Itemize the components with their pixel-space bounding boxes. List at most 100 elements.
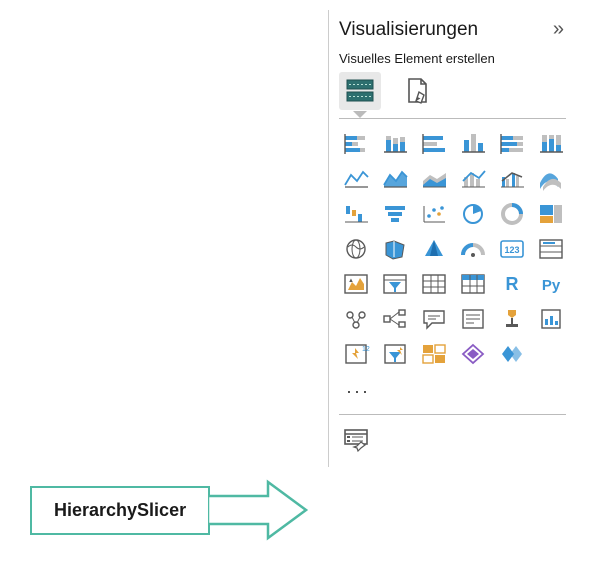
matrix[interactable] [456,269,490,299]
waterfall-chart[interactable] [339,199,373,229]
hierarchy-slicer-icon [343,428,369,452]
svg-text:R: R [506,274,519,294]
map-icon [342,237,370,261]
area-chart[interactable] [378,164,412,194]
callout-arrow-icon [208,478,308,542]
paginated-report-icon [537,307,565,331]
build-visual-tab[interactable] [339,72,381,110]
clustered-column-chart[interactable] [456,129,490,159]
svg-text:123: 123 [362,346,370,353]
matrix-icon [459,272,487,296]
waterfall-chart-icon [342,202,370,226]
clustered-bar-chart[interactable] [417,129,451,159]
pie-chart-icon [459,202,487,226]
azure-map[interactable] [417,234,451,264]
power-apps-icon [381,342,409,366]
arcgis-icon [420,342,448,366]
hierarchy-slicer-visual[interactable] [339,425,373,455]
stacked-area-chart[interactable] [417,164,451,194]
treemap-icon [537,202,565,226]
python-visual-icon: Py [537,272,565,296]
slicer[interactable] [378,269,412,299]
power-automate[interactable]: 123 [339,339,373,369]
line-chart-icon [342,167,370,191]
scatter-chart[interactable] [417,199,451,229]
decomposition-tree[interactable] [378,304,412,334]
custom-visual[interactable] [495,339,529,369]
funnel-chart-icon [381,202,409,226]
100pct-stacked-bar-chart-icon [498,132,526,156]
panel-title: Visualisierungen [339,19,478,41]
kpi[interactable]: ▲ [339,269,373,299]
scatter-chart-icon [420,202,448,226]
sharepoint-icon [459,342,487,366]
line-chart[interactable] [339,164,373,194]
qna[interactable] [417,304,451,334]
format-page-icon [405,77,431,105]
stacked-bar-chart[interactable] [339,129,373,159]
stacked-area-chart-icon [420,167,448,191]
map[interactable] [339,234,373,264]
area-chart-icon [381,167,409,191]
power-apps[interactable] [378,339,412,369]
line-stacked-column-icon [459,167,487,191]
svg-text:123: 123 [504,245,519,255]
panel-header: Visualisierungen » [339,16,566,43]
power-automate-icon: 123 [342,342,370,366]
goals[interactable] [495,304,529,334]
gauge[interactable] [456,234,490,264]
gauge-icon [459,237,487,261]
custom-visual-icon [498,342,526,366]
100pct-stacked-column-chart[interactable] [534,129,568,159]
build-visual-icon [345,78,375,104]
goals-icon [498,307,526,331]
card[interactable]: 123 [495,234,529,264]
more-visuals-button[interactable]: ··· [339,375,377,408]
line-clustered-column[interactable] [495,164,529,194]
format-page-tab[interactable] [397,72,439,110]
mode-row [339,72,566,110]
paginated-report[interactable] [534,304,568,334]
key-influencers-icon [342,307,370,331]
r-visual-icon: R [498,272,526,296]
line-clustered-column-icon [498,167,526,191]
funnel-chart[interactable] [378,199,412,229]
100pct-stacked-bar-chart[interactable] [495,129,529,159]
100pct-stacked-column-chart-icon [537,132,565,156]
donut-chart[interactable] [495,199,529,229]
key-influencers[interactable] [339,304,373,334]
sharepoint[interactable] [456,339,490,369]
smart-narrative[interactable] [456,304,490,334]
card-icon: 123 [498,237,526,261]
panel-subtitle: Visuelles Element erstellen [339,51,566,66]
divider-2 [339,414,566,415]
r-visual[interactable]: R [495,269,529,299]
azure-map-icon [420,237,448,261]
collapse-panel-button[interactable]: » [551,16,566,43]
table-icon [420,272,448,296]
python-visual[interactable]: Py [534,269,568,299]
table[interactable] [417,269,451,299]
multi-row-card-icon [537,237,565,261]
treemap[interactable] [534,199,568,229]
pie-chart[interactable] [456,199,490,229]
line-stacked-column[interactable] [456,164,490,194]
ribbon-chart[interactable] [534,164,568,194]
decomposition-tree-icon [381,307,409,331]
multi-row-card[interactable] [534,234,568,264]
kpi-icon: ▲ [342,272,370,296]
svg-text:Py: Py [542,277,561,294]
filled-map[interactable] [378,234,412,264]
divider [339,118,566,119]
stacked-bar-chart-icon [342,132,370,156]
visualizations-panel: Visualisierungen » Visuelles Element ers… [328,10,576,467]
hierarchy-slicer-callout: HierarchySlicer [30,478,308,542]
ribbon-chart-icon [537,167,565,191]
clustered-column-chart-icon [459,132,487,156]
arcgis[interactable] [417,339,451,369]
clustered-bar-chart-icon [420,132,448,156]
slicer-icon [381,272,409,296]
qna-icon [420,307,448,331]
visual-gallery: 123 ▲ R Py 123 [339,129,566,369]
stacked-column-chart[interactable] [378,129,412,159]
